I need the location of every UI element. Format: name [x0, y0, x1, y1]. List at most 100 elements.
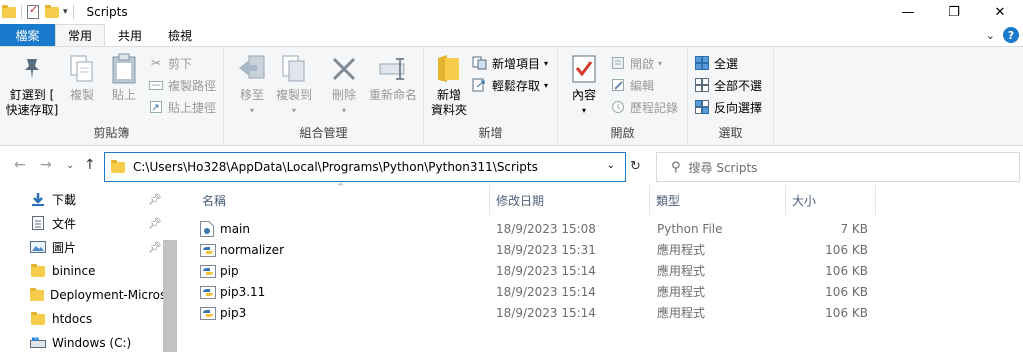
open-label: 開啟 — [630, 56, 655, 71]
file-name: pip3 — [220, 305, 247, 320]
open-group-label: 開啟 — [610, 126, 635, 140]
file-date: 18/9/2023 15:31 — [496, 242, 596, 257]
nav-item-c-drive[interactable]: Windows (C:) — [30, 332, 164, 352]
delete-label: 刪除 — [331, 88, 356, 102]
edit-button[interactable]: 編輯 — [610, 75, 654, 95]
help-icon[interactable]: ? — [1003, 27, 1019, 43]
tab-file[interactable]: 檔案 — [0, 24, 55, 46]
file-type: Python File — [657, 221, 723, 236]
navigation-pane: 下載 📌︎ 文件 📌︎ 圖片 📌︎ binince Deployment-Mic… — [0, 185, 180, 352]
forward-button[interactable]: → — [40, 157, 52, 173]
new-group: 新增 資料夾 新增項目 ▾ 輕鬆存取 ▾ 新增 — [424, 47, 558, 145]
ribbon-tabs: 檔案 常用 共用 檢視 ⌄ ? — [0, 24, 1023, 46]
new-folder-button[interactable]: 新增 資料夾 — [428, 53, 470, 118]
quick-access-toolbar: ▾ — [0, 0, 79, 24]
file-row[interactable]: pip 18/9/2023 15:14 應用程式 106 KB — [196, 260, 896, 281]
address-dropdown-icon[interactable]: ⌄ — [607, 160, 615, 171]
tab-share[interactable]: 共用 — [105, 24, 155, 46]
folder-icon — [30, 263, 46, 278]
nav-item-downloads[interactable]: 下載 — [30, 188, 164, 210]
open-icon — [610, 55, 626, 71]
file-list: ⌃ 名稱 修改日期 類型 大小 main 18/9/2023 15:08 Pyt… — [180, 181, 1023, 352]
easy-access-button[interactable]: 輕鬆存取 ▾ — [472, 75, 548, 95]
customize-quick-access-icon[interactable]: ▾ — [63, 7, 68, 17]
expand-ribbon-icon[interactable]: ⌄ — [986, 29, 995, 42]
properties-icon[interactable] — [27, 3, 39, 19]
file-row[interactable]: pip3.11 18/9/2023 15:14 應用程式 106 KB — [196, 281, 896, 302]
history-button[interactable]: 歷程記錄 — [610, 97, 678, 117]
file-type: 應用程式 — [657, 264, 706, 278]
tab-home[interactable]: 常用 — [55, 24, 105, 46]
python-exe-icon — [200, 263, 216, 279]
title-bar: ▾ Scripts — ❐ ✕ — [0, 0, 1023, 24]
open-button[interactable]: 開啟 ▾ — [610, 53, 662, 73]
file-row[interactable]: normalizer 18/9/2023 15:31 應用程式 106 KB — [196, 239, 896, 260]
column-header-name[interactable]: 名稱 — [196, 185, 490, 215]
nav-item-binince[interactable]: binince — [30, 260, 164, 282]
window-controls: — ❐ ✕ — [885, 0, 1023, 24]
divider — [72, 5, 74, 19]
history-icon — [610, 99, 626, 115]
nav-item-label: 下載 — [52, 192, 77, 207]
paste-shortcut-button[interactable]: 貼上捷徑 — [148, 97, 216, 117]
properties-button[interactable]: 內容 ▾ — [564, 53, 604, 118]
new-folder-label-line1: 新增 — [436, 88, 461, 102]
cut-button[interactable]: ✂ 剪下 — [148, 53, 192, 73]
pin-icon[interactable]: 📌︎ — [148, 193, 162, 206]
address-path[interactable]: C:\Users\Ho328\AppData\Local\Programs\Py… — [133, 160, 538, 174]
file-date: 18/9/2023 15:14 — [496, 284, 596, 299]
new-group-label: 新增 — [478, 126, 503, 140]
picture-icon — [30, 240, 46, 254]
address-bar[interactable]: C:\Users\Ho328\AppData\Local\Programs\Py… — [104, 152, 626, 182]
recent-locations-button[interactable]: ⌄ — [66, 160, 74, 171]
file-type: 應用程式 — [657, 285, 706, 299]
nav-item-pictures[interactable]: 圖片 — [30, 236, 164, 258]
file-type: 應用程式 — [657, 306, 706, 320]
select-all-button[interactable]: 全選 — [694, 53, 738, 73]
pin-quick-access-button[interactable]: 釘選到 [ 快速存取] — [4, 53, 60, 118]
column-header-type[interactable]: 類型 — [650, 185, 786, 215]
nav-item-documents[interactable]: 文件 — [30, 212, 164, 234]
pin-icon[interactable]: 📌︎ — [148, 217, 162, 230]
copy-icon — [66, 53, 98, 85]
select-none-label: 全部不選 — [714, 78, 763, 93]
nav-item-htdocs[interactable]: htdocs — [30, 308, 164, 330]
move-to-button[interactable]: 移至 ▾ — [232, 53, 272, 118]
file-row[interactable]: main 18/9/2023 15:08 Python File 7 KB — [196, 218, 896, 239]
pin-icon[interactable]: 📌︎ — [148, 241, 162, 254]
new-folder-label-line2: 資料夾 — [430, 103, 467, 117]
refresh-button[interactable]: ↻ — [630, 159, 641, 174]
copy-path-button[interactable]: 複製路徑 — [148, 75, 216, 95]
new-folder-icon[interactable] — [45, 4, 59, 18]
tab-view[interactable]: 檢視 — [155, 24, 205, 46]
dropdown-arrow-icon: ▾ — [249, 106, 254, 115]
new-item-button[interactable]: 新增項目 ▾ — [472, 53, 548, 73]
maximize-button[interactable]: ❐ — [931, 0, 977, 24]
rename-button[interactable]: 重新命名 — [366, 53, 420, 103]
minimize-button[interactable]: — — [885, 0, 931, 24]
nav-item-deployment[interactable]: Deployment-Micros — [30, 284, 164, 306]
file-date: 18/9/2023 15:14 — [496, 305, 596, 320]
select-all-icon — [694, 55, 710, 71]
search-input[interactable]: ⚲ 搜尋 Scripts — [656, 152, 1020, 182]
select-none-button[interactable]: 全部不選 — [694, 75, 762, 95]
pin-icon — [16, 53, 48, 85]
dropdown-arrow-icon: ▾ — [544, 80, 549, 90]
file-name-cell: normalizer — [200, 239, 284, 260]
file-row[interactable]: pip3 18/9/2023 15:14 應用程式 106 KB — [196, 302, 896, 323]
column-header-date[interactable]: 修改日期 — [490, 185, 650, 215]
close-button[interactable]: ✕ — [977, 0, 1023, 24]
column-header-size[interactable]: 大小 — [786, 185, 876, 215]
copy-path-icon — [148, 77, 164, 93]
folder-icon — [2, 4, 16, 18]
copy-button[interactable]: 複製 — [62, 53, 102, 103]
window-title: Scripts — [86, 5, 128, 19]
file-size: 106 KB — [825, 263, 868, 278]
paste-button[interactable]: 貼上 — [104, 53, 144, 103]
back-button[interactable]: ← — [14, 157, 26, 173]
delete-button[interactable]: 刪除 ▾ — [324, 53, 364, 118]
up-button[interactable]: ↑ — [84, 157, 96, 173]
nav-pane-scrollbar[interactable] — [163, 240, 177, 352]
copy-to-button[interactable]: 複製到 ▾ — [274, 53, 314, 118]
invert-selection-button[interactable]: 反向選擇 — [694, 97, 762, 117]
